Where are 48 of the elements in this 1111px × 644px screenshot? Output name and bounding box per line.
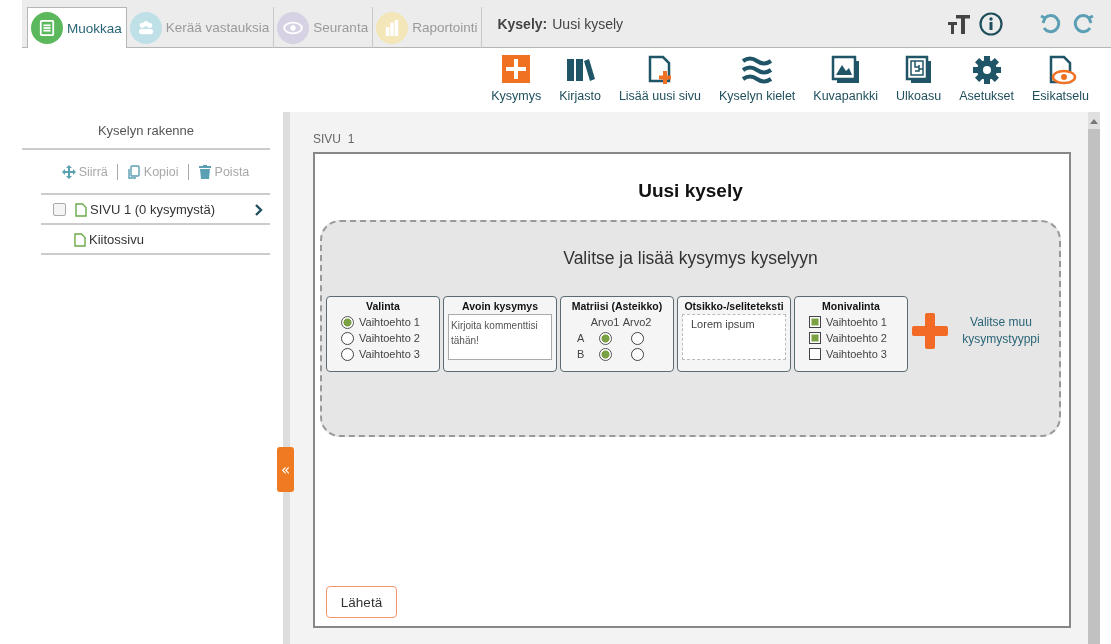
toolbar-button[interactable]: Esikatselu bbox=[1023, 48, 1098, 103]
page-label: SIVU 1 bbox=[313, 132, 356, 148]
undo-icon[interactable] bbox=[1039, 12, 1063, 35]
plus-icon bbox=[500, 55, 533, 85]
sidebar-item[interactable]: SIVU 1 (0 kysymystä) bbox=[41, 195, 270, 225]
people-icon bbox=[129, 11, 162, 44]
tab[interactable]: Muokkaa bbox=[27, 7, 127, 48]
question-type-card[interactable]: Matriisi (Asteikko) Arvo1 Arvo2 A B bbox=[560, 296, 674, 372]
question-type-card[interactable]: Avoin kysymys Kirjoita kommenttisi tähän! bbox=[443, 296, 557, 372]
checkbox[interactable] bbox=[53, 203, 66, 216]
other-question-type-button[interactable]: Valitse muu kysymystyyppi bbox=[911, 296, 1047, 350]
copy-icon bbox=[126, 165, 141, 179]
sidebar-title: Kyselyn rakenne bbox=[22, 112, 270, 150]
question-type-card[interactable]: Valinta Vaihtoehto 1 Vaihtoehto 2 Vaihtoehto 3 bbox=[326, 296, 440, 372]
page-icon bbox=[75, 202, 87, 217]
survey-label: Kysely: bbox=[497, 15, 548, 32]
survey-name: Uusi kysely bbox=[552, 15, 624, 32]
survey-title: Uusi kysely bbox=[637, 179, 744, 203]
trash-icon bbox=[197, 165, 212, 179]
scrollbar[interactable] bbox=[1088, 112, 1100, 644]
text-area: Kirjoita kommenttisi tähän! bbox=[448, 314, 552, 360]
text-block: Lorem ipsum bbox=[682, 314, 786, 360]
bar-chart-icon bbox=[376, 11, 409, 44]
toolbar-button[interactable]: Ulkoasu bbox=[886, 48, 951, 103]
info-icon[interactable] bbox=[979, 11, 1003, 36]
text-size-icon[interactable] bbox=[947, 12, 971, 35]
eye-icon bbox=[277, 11, 310, 44]
scroll-up-icon[interactable] bbox=[1090, 118, 1098, 124]
toolbar-button[interactable]: Lisää uusi sivu bbox=[609, 48, 710, 103]
document-icon bbox=[31, 12, 63, 44]
toolbar-button[interactable]: Kyselyn kielet bbox=[709, 48, 805, 103]
toolbar-button[interactable]: Kuvapankki bbox=[804, 48, 887, 103]
image-icon bbox=[829, 55, 862, 85]
sidebar-item[interactable]: Kiitossivu bbox=[41, 225, 270, 255]
submit-button[interactable]: Lähetä bbox=[326, 586, 397, 618]
move-icon bbox=[61, 165, 76, 179]
toolbar-button[interactable]: Kysymys bbox=[482, 48, 551, 103]
chevron-right-icon bbox=[254, 203, 264, 216]
question-type-card[interactable]: Otsikko-/seliteteksti Lorem ipsum bbox=[677, 296, 791, 372]
toolbar-button[interactable]: Asetukset bbox=[950, 48, 1023, 103]
toolbar-button[interactable]: Kirjasto bbox=[550, 48, 610, 103]
question-type-card[interactable]: Monivalinta Vaihtoehto 1 Vaihtoehto 2 Vaihtoehto 3 bbox=[794, 296, 908, 372]
plus-icon bbox=[911, 312, 949, 350]
waves-icon bbox=[741, 55, 774, 85]
drop-zone-title: Valitse ja lisää kysymys kyselyyn bbox=[562, 247, 819, 270]
page-icon bbox=[74, 232, 86, 247]
settings-icon bbox=[970, 55, 1003, 85]
redo-icon[interactable] bbox=[1071, 12, 1095, 35]
